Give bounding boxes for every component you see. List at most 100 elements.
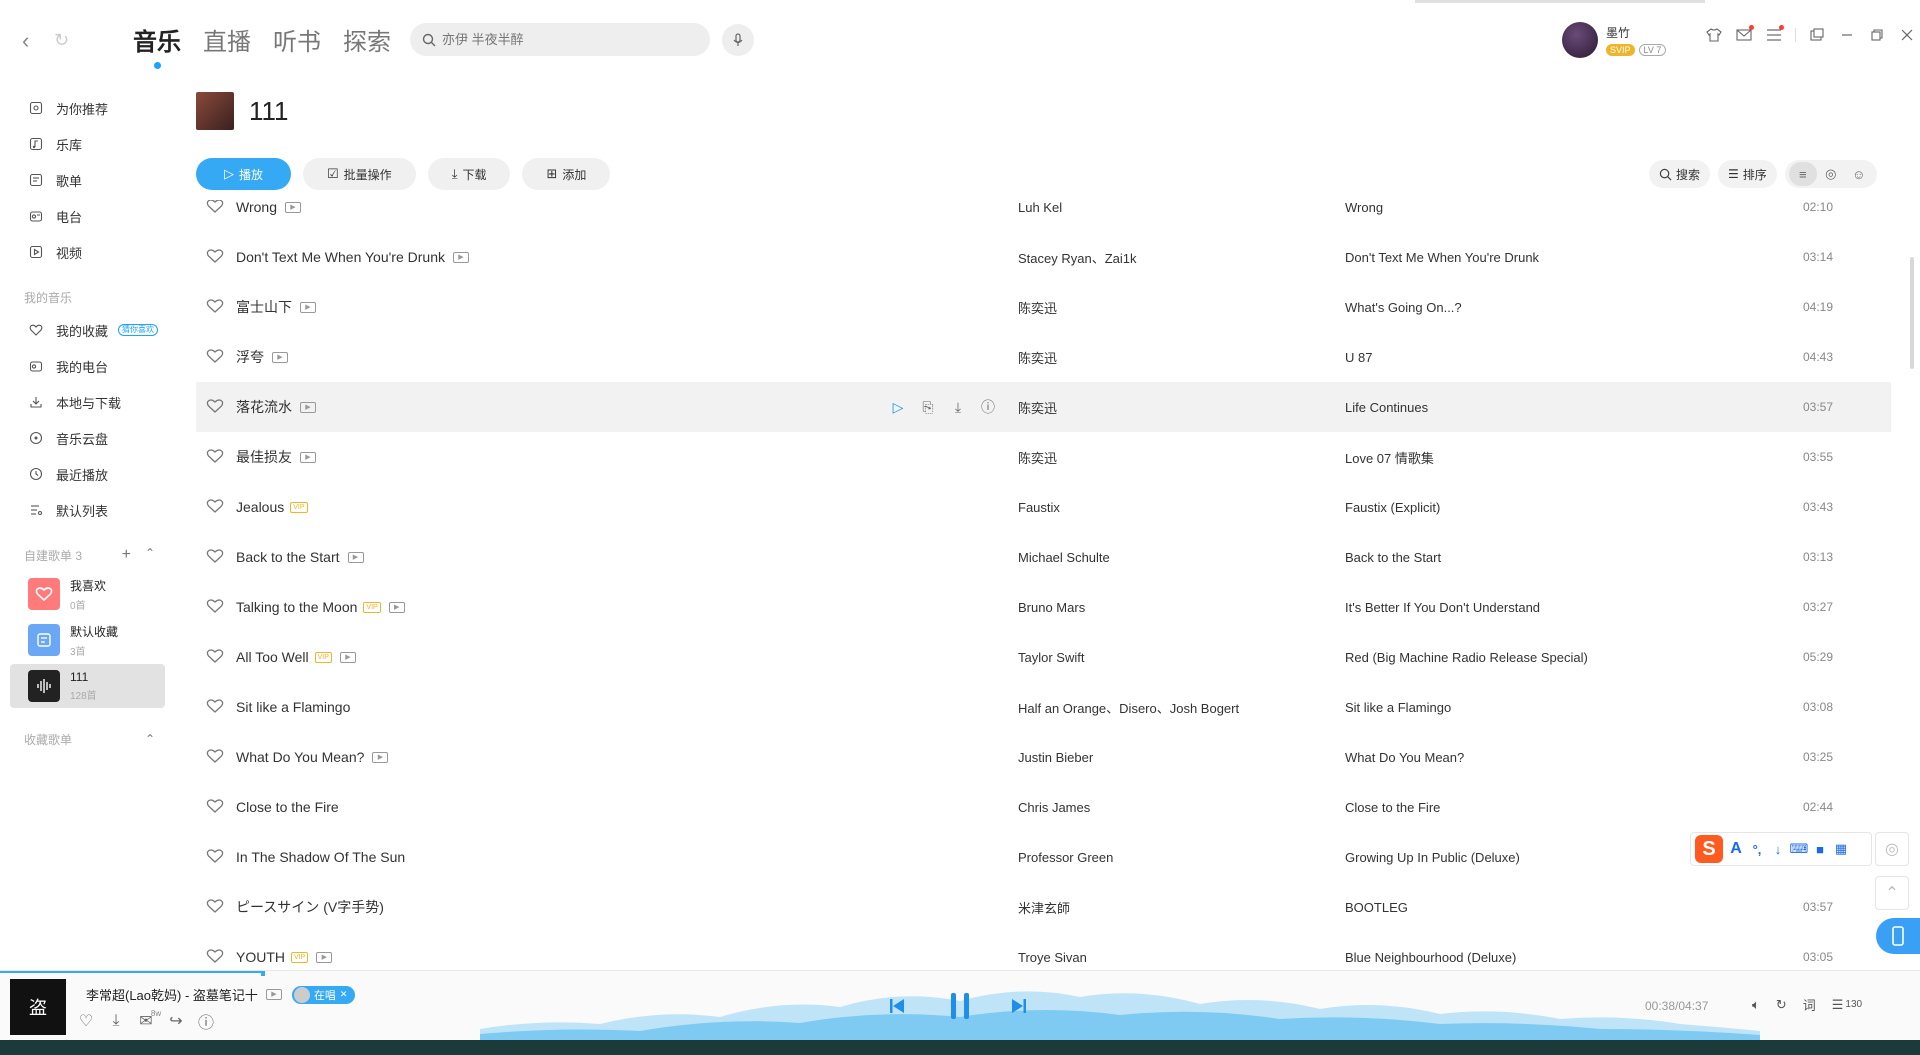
search-input[interactable] — [442, 32, 692, 47]
tab-explore[interactable]: 探索 — [343, 22, 391, 57]
mobile-sync-button[interactable] — [1876, 918, 1920, 954]
voice-search-button[interactable] — [722, 24, 754, 56]
maximize-icon[interactable] — [1868, 26, 1886, 44]
mv-icon[interactable]: ▶ — [300, 451, 316, 463]
back-icon[interactable]: ‹ — [22, 28, 29, 54]
share-icon[interactable]: ↪ — [168, 1013, 184, 1030]
mv-icon[interactable]: ▶ — [372, 751, 389, 763]
artist-view-icon[interactable]: ☺ — [1845, 162, 1873, 186]
list-view-icon[interactable]: ≡ — [1788, 162, 1817, 186]
song-title[interactable]: Back to the Start ▶ — [236, 549, 364, 565]
singing-badge[interactable]: 在唱 ✕ — [291, 985, 356, 1004]
song-artist[interactable]: Half an Orange、Disero、Josh Bogert — [1018, 698, 1239, 717]
song-album[interactable]: Red (Big Machine Radio Release Special) — [1345, 650, 1588, 665]
mv-icon[interactable]: ▶ — [284, 201, 301, 213]
sidebar-item-recent[interactable]: 最近播放 — [0, 456, 175, 492]
menu-icon[interactable] — [1765, 25, 1784, 44]
sidebar-item-my-radio[interactable]: 我的电台 — [0, 348, 175, 384]
list-search-button[interactable]: 搜索 — [1649, 160, 1711, 188]
collapse-icon[interactable]: ⌃ — [145, 732, 155, 746]
song-title[interactable]: 最佳损友 ▶ — [236, 447, 316, 467]
close-icon[interactable]: ✕ — [340, 989, 348, 1000]
mv-icon[interactable]: ▶ — [388, 601, 405, 613]
song-row[interactable]: Back to the Start ▶ Michael Schulte Back to… — [196, 532, 1891, 582]
volume-icon[interactable]: 🔈︎ — [1752, 997, 1760, 1013]
song-row[interactable]: Wrong ▶ Luh Kel Wrong 02:10 — [196, 200, 1891, 232]
settings-float-icon[interactable]: ◎ — [1875, 832, 1909, 866]
mv-icon[interactable]: ▶ — [265, 989, 282, 1000]
song-artist[interactable]: 陈奕迅 — [1018, 298, 1057, 317]
song-artist[interactable]: Stacey Ryan、Zai1k — [1018, 248, 1137, 267]
sogou-logo[interactable]: S — [1695, 835, 1723, 863]
level-badge[interactable]: LV 7 — [1638, 44, 1667, 56]
song-artist[interactable]: 米津玄師 — [1018, 898, 1070, 917]
song-album[interactable]: It's Better If You Don't Understand — [1345, 600, 1540, 615]
lang-toggle[interactable]: A — [1728, 840, 1744, 857]
song-row[interactable]: All Too Well VIP ▶ Taylor Swift Red (Big Mac… — [196, 632, 1891, 682]
sidebar-item-favorites[interactable]: 我的收藏 猜你喜欢 — [0, 312, 175, 348]
skin-icon[interactable]: ■ — [1812, 841, 1828, 857]
download-icon[interactable]: ⤓ — [949, 398, 967, 416]
progress-handle[interactable] — [261, 971, 265, 976]
song-artist[interactable]: Luh Kel — [1018, 200, 1062, 215]
playlist-item-111[interactable]: 111 128首 — [10, 664, 165, 708]
song-artist[interactable]: 陈奕迅 — [1018, 348, 1057, 367]
song-title[interactable]: 落花流水 ▶ — [236, 397, 316, 417]
song-album[interactable]: U 87 — [1345, 350, 1372, 365]
song-row[interactable]: Sit like a Flamingo Half an Orange、Disero… — [196, 682, 1891, 732]
song-album[interactable]: Wrong — [1345, 200, 1383, 215]
loop-icon[interactable]: ↻ — [1776, 997, 1787, 1013]
song-album[interactable]: BOOTLEG — [1345, 900, 1408, 915]
add-to-list-icon[interactable]: ⎘ — [919, 398, 937, 416]
song-album[interactable]: Growing Up In Public (Deluxe) — [1345, 850, 1520, 865]
song-artist[interactable]: Chris James — [1018, 800, 1090, 815]
song-row[interactable]: 落花流水 ▶ ▷ ⎘ ⤓ ⓘ 陈奕迅 Life Continues 03:57 — [196, 382, 1891, 432]
song-row[interactable]: Talking to the Moon VIP ▶ Bruno Mars It's Be… — [196, 582, 1891, 632]
song-row[interactable]: What Do You Mean? ▶ Justin Bieber What Do Y… — [196, 732, 1891, 782]
mv-icon[interactable]: ▶ — [452, 251, 469, 263]
song-album[interactable]: Sit like a Flamingo — [1345, 700, 1451, 715]
sidebar-item-radio[interactable]: 电台 — [0, 198, 175, 234]
song-row[interactable]: ピースサイン (V字手势) 米津玄師 BOOTLEG 03:57 — [196, 882, 1891, 932]
heart-icon[interactable] — [206, 848, 224, 866]
microphone-icon[interactable]: ↓ — [1770, 841, 1786, 857]
song-title[interactable]: Close to the Fire — [236, 799, 339, 815]
minimize-icon[interactable] — [1838, 26, 1856, 44]
sidebar-item-recommend[interactable]: 为你推荐 — [0, 90, 175, 126]
add-playlist-icon[interactable]: + — [122, 546, 131, 564]
tab-audiobook[interactable]: 听书 — [273, 22, 321, 57]
sidebar-item-local[interactable]: 本地与下载 — [0, 384, 175, 420]
heart-icon[interactable] — [206, 648, 224, 666]
playlist-item-liked[interactable]: 我喜欢 0首 — [10, 572, 165, 616]
info-icon[interactable]: ⓘ — [198, 1013, 214, 1032]
download-button[interactable]: ⤓ 下载 — [427, 158, 511, 190]
song-title[interactable]: YOUTH VIP ▶ — [236, 949, 333, 965]
sidebar-item-playlists[interactable]: 歌单 — [0, 162, 175, 198]
play-icon[interactable]: ▷ — [889, 398, 907, 416]
song-artist[interactable]: Faustix — [1018, 500, 1060, 515]
heart-icon[interactable] — [206, 748, 224, 766]
mv-icon[interactable]: ▶ — [347, 551, 364, 563]
play-all-button[interactable]: ▷ 播放 — [196, 158, 292, 190]
queue-button[interactable]: ☰ 130 — [1832, 997, 1862, 1013]
song-title[interactable]: Sit like a Flamingo — [236, 699, 350, 715]
song-title[interactable]: 浮夸 ▶ — [236, 347, 288, 367]
song-row[interactable]: Close to the Fire Chris James Close to the… — [196, 782, 1891, 832]
back-to-top-icon[interactable]: ⌃ — [1875, 876, 1909, 910]
mv-icon[interactable]: ▶ — [339, 651, 356, 663]
heart-icon[interactable]: ♡ — [78, 1013, 94, 1030]
heart-icon[interactable] — [206, 348, 224, 366]
song-artist[interactable]: Bruno Mars — [1018, 600, 1085, 615]
song-album[interactable]: What's Going On...? — [1345, 300, 1462, 315]
playlist-item-default[interactable]: 默认收藏 3首 — [10, 618, 165, 662]
sidebar-item-cloud[interactable]: 音乐云盘 — [0, 420, 175, 456]
song-album[interactable]: Blue Neighbourhood (Deluxe) — [1345, 950, 1516, 965]
song-row[interactable]: YOUTH VIP ▶ Troye Sivan Blue Neighbourhood (… — [196, 932, 1891, 970]
mv-icon[interactable]: ▶ — [300, 301, 316, 313]
song-artist[interactable]: Justin Bieber — [1018, 750, 1093, 765]
batch-button[interactable]: ☑ 批量操作 — [303, 158, 416, 190]
sidebar-item-library[interactable]: 乐库 — [0, 126, 175, 162]
song-title[interactable]: Don't Text Me When You're Drunk ▶ — [236, 249, 469, 265]
song-album[interactable]: Love 07 情歌集 — [1345, 448, 1434, 467]
sidebar-item-default-list[interactable]: 默认列表 — [0, 492, 175, 528]
